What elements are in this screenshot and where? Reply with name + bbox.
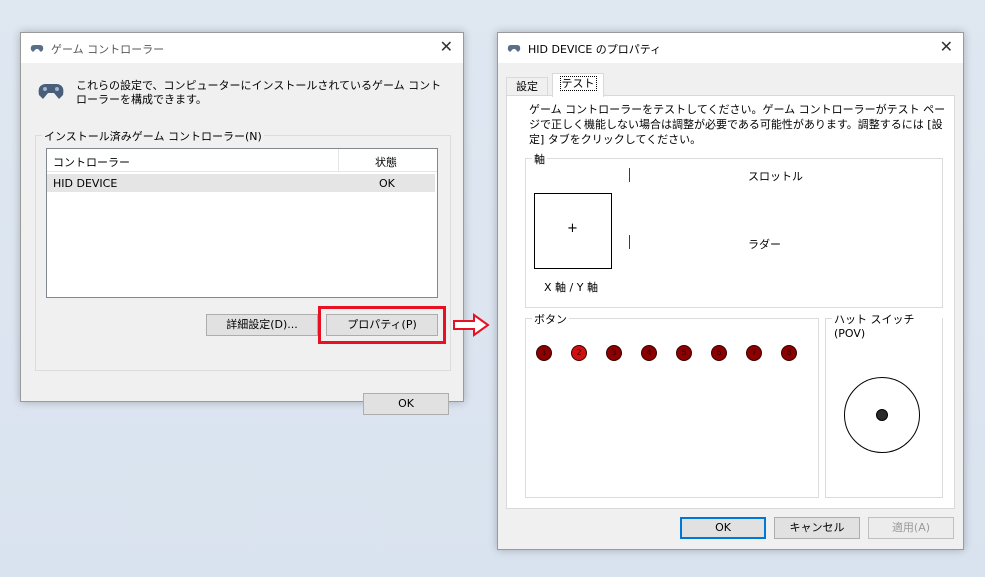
button-1-indicator: 1 xyxy=(536,345,552,361)
tab-settings[interactable]: 設定 xyxy=(506,77,548,96)
row-controller-name: HID DEVICE xyxy=(53,177,118,190)
highlight-box xyxy=(318,306,446,344)
ok-button[interactable]: OK xyxy=(363,393,449,415)
tab-test[interactable]: テスト xyxy=(552,73,604,97)
arrow-right-icon xyxy=(453,313,490,337)
apply-button[interactable]: 適用(A) xyxy=(868,517,954,539)
pov-group-label: ハット スイッチ (POV) xyxy=(832,311,942,340)
test-tab-panel: ゲーム コントローラーをテストしてください。ゲーム コントローラーがテスト ペー… xyxy=(506,95,955,509)
xy-axis-label: X 軸 / Y 軸 xyxy=(544,281,598,294)
cancel-button[interactable]: キャンセル xyxy=(774,517,860,539)
tab-label: 設定 xyxy=(516,80,538,93)
column-header-controller[interactable]: コントローラー xyxy=(53,154,130,170)
title-bar: ゲーム コントローラー ✕ xyxy=(21,33,463,63)
window-title: ゲーム コントローラー xyxy=(51,43,165,56)
gamepad-icon xyxy=(30,45,44,52)
button-lamps: 1 2 3 4 5 6 7 8 xyxy=(526,319,818,379)
button-4-indicator: 4 xyxy=(641,345,657,361)
column-divider xyxy=(338,149,339,171)
button-8-indicator: 8 xyxy=(781,345,797,361)
window-title: HID DEVICE のプロパティ xyxy=(528,43,662,56)
tab-label: テスト xyxy=(559,76,597,91)
advanced-settings-button[interactable]: 詳細設定(D)... xyxy=(206,314,318,336)
throttle-label: スロットル xyxy=(748,170,803,183)
close-icon[interactable]: ✕ xyxy=(440,39,453,55)
instructions-text: ゲーム コントローラーをテストしてください。ゲーム コントローラーがテスト ペー… xyxy=(529,103,946,146)
button-5-indicator: 5 xyxy=(676,345,692,361)
title-bar: HID DEVICE のプロパティ ✕ xyxy=(498,33,963,63)
throttle-indicator xyxy=(629,168,630,182)
axes-group-label: 軸 xyxy=(532,151,547,167)
column-header-status[interactable]: 状態 xyxy=(375,154,397,170)
gamepad-icon xyxy=(507,45,521,52)
rudder-indicator xyxy=(629,235,630,249)
rudder-label: ラダー xyxy=(748,238,781,251)
axes-group: 軸 + X 軸 / Y 軸 スロットル ラダー xyxy=(525,151,943,308)
pov-group: ハット スイッチ (POV) xyxy=(825,311,943,498)
button-7-indicator: 7 xyxy=(746,345,762,361)
table-row[interactable]: HID DEVICE OK xyxy=(47,174,435,192)
button-6-indicator: 6 xyxy=(711,345,727,361)
crosshair-icon: + xyxy=(567,221,578,236)
game-controllers-window: ゲーム コントローラー ✕ これらの設定で、コンピューターにインストールされてい… xyxy=(20,32,464,415)
button-2-indicator: 2 xyxy=(571,345,587,361)
list-header: コントローラー 状態 xyxy=(47,149,437,172)
pov-center-dot xyxy=(876,409,888,421)
buttons-group: ボタン 12345678 xyxy=(525,311,819,498)
xy-axis-box: + xyxy=(534,193,612,269)
pov-circle xyxy=(844,377,920,453)
ok-button[interactable]: OK xyxy=(680,517,766,539)
hid-device-properties-window: HID DEVICE のプロパティ ✕ 設定 テスト ゲーム コントローラーをテ… xyxy=(497,32,964,550)
installed-controllers-group: インストール済みゲーム コントローラー(N) コントローラー 状態 HID DE… xyxy=(35,128,451,371)
controller-list[interactable]: コントローラー 状態 HID DEVICE OK xyxy=(46,148,438,298)
gamepad-large-icon xyxy=(38,84,64,99)
content-panel: これらの設定で、コンピューターにインストールされているゲーム コントローラーを構… xyxy=(21,63,463,415)
close-icon[interactable]: ✕ xyxy=(940,39,953,55)
row-status: OK xyxy=(379,177,395,190)
group-label: インストール済みゲーム コントローラー(N) xyxy=(42,128,264,144)
description-text: これらの設定で、コンピューターにインストールされているゲーム コントローラーを構… xyxy=(76,79,442,106)
button-3-indicator: 3 xyxy=(606,345,622,361)
